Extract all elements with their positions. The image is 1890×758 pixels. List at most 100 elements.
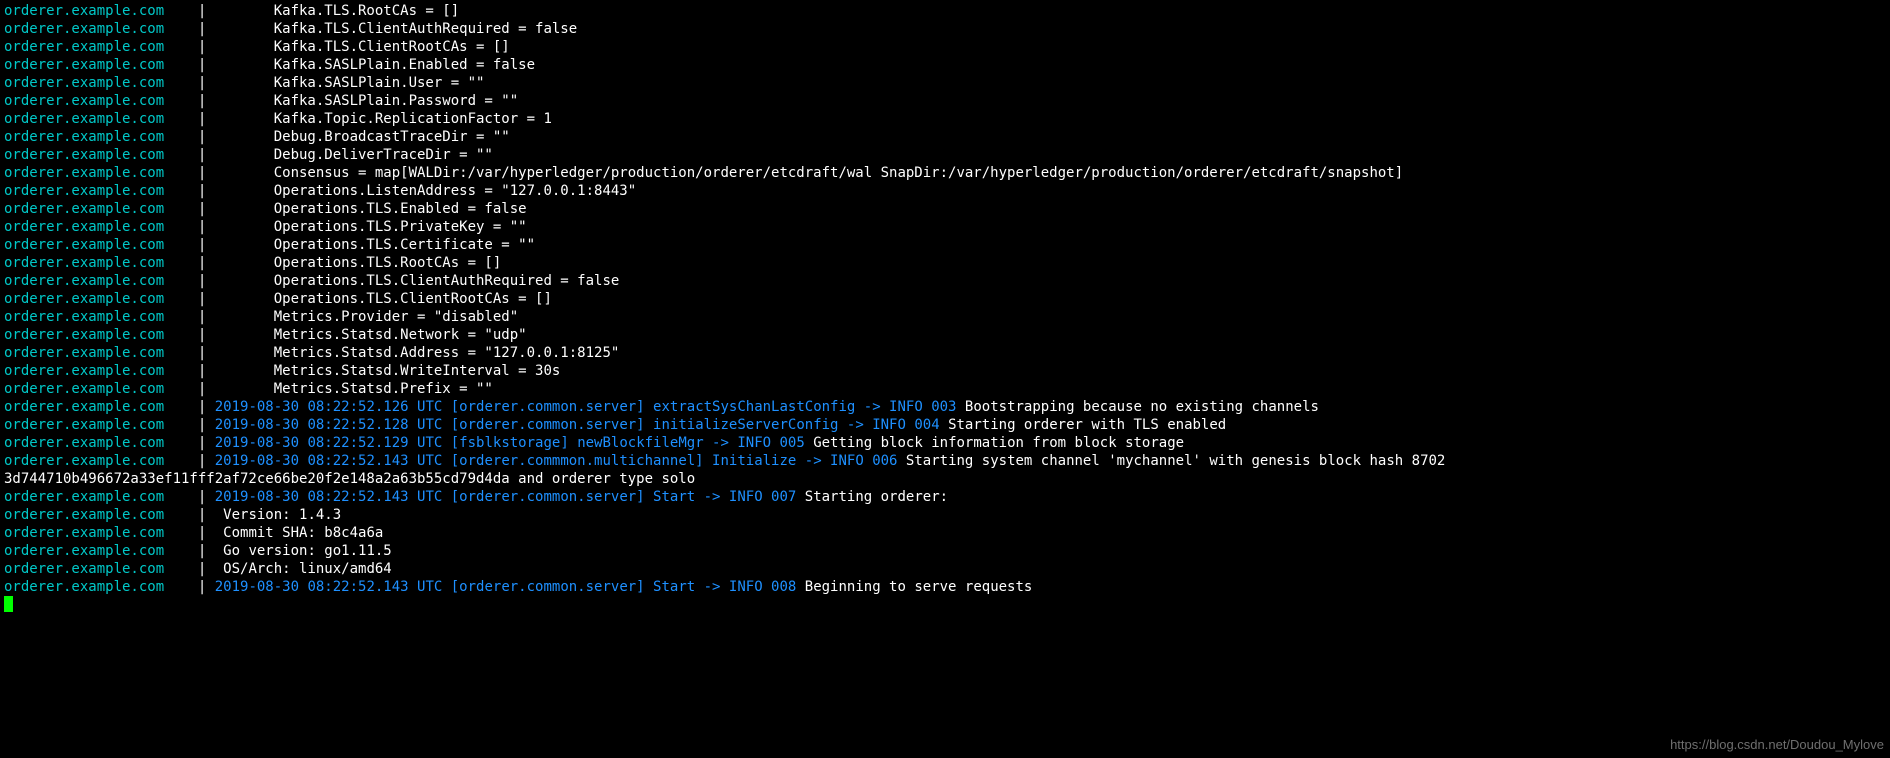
config-line: orderer.example.com | Kafka.SASLPlain.En… <box>4 56 1886 74</box>
log-separator: | <box>164 3 215 19</box>
orderer-host: orderer.example.com <box>4 3 164 19</box>
log-level: Start -> INFO 008 <box>653 579 805 595</box>
config-text: Kafka.Topic.ReplicationFactor = 1 <box>215 111 552 127</box>
log-level: extractSysChanLastConfig -> INFO 003 <box>653 399 965 415</box>
config-text: Kafka.SASLPlain.User = "" <box>215 75 485 91</box>
orderer-host: orderer.example.com <box>4 147 164 163</box>
orderer-host: orderer.example.com <box>4 111 164 127</box>
config-line: orderer.example.com | Kafka.Topic.Replic… <box>4 110 1886 128</box>
orderer-host: orderer.example.com <box>4 345 164 361</box>
config-text: Debug.DeliverTraceDir = "" <box>215 147 493 163</box>
orderer-host: orderer.example.com <box>4 237 164 253</box>
orderer-host: orderer.example.com <box>4 507 164 523</box>
log-line: orderer.example.com | 2019-08-30 08:22:5… <box>4 488 1886 506</box>
log-line: orderer.example.com | 2019-08-30 08:22:5… <box>4 398 1886 416</box>
log-level: newBlockfileMgr -> INFO 005 <box>577 435 813 451</box>
orderer-host: orderer.example.com <box>4 453 164 469</box>
config-line: orderer.example.com | Operations.TLS.Ena… <box>4 200 1886 218</box>
terminal-output[interactable]: orderer.example.com | Kafka.TLS.RootCAs … <box>0 0 1890 617</box>
config-line: orderer.example.com | Operations.TLS.Roo… <box>4 254 1886 272</box>
log-separator: | <box>164 147 215 163</box>
log-separator: | <box>164 93 215 109</box>
config-text: Metrics.Provider = "disabled" <box>215 309 518 325</box>
start-detail-line: orderer.example.com | OS/Arch: linux/amd… <box>4 560 1886 578</box>
log-separator: | <box>164 255 215 271</box>
orderer-host: orderer.example.com <box>4 183 164 199</box>
config-text: Kafka.TLS.ClientAuthRequired = false <box>215 21 577 37</box>
config-line: orderer.example.com | Debug.DeliverTrace… <box>4 146 1886 164</box>
log-separator: | <box>164 219 215 235</box>
orderer-host: orderer.example.com <box>4 39 164 55</box>
config-line: orderer.example.com | Kafka.TLS.RootCAs … <box>4 2 1886 20</box>
config-line: orderer.example.com | Kafka.SASLPlain.Pa… <box>4 92 1886 110</box>
log-line: orderer.example.com | 2019-08-30 08:22:5… <box>4 416 1886 434</box>
log-separator: | <box>164 183 215 199</box>
config-text: Operations.TLS.ClientRootCAs = [] <box>215 291 552 307</box>
log-timestamp: 2019-08-30 08:22:52.143 UTC <box>215 453 451 469</box>
log-continuation: 3d744710b496672a33ef11fff2af72ce66be20f2… <box>4 470 1886 488</box>
orderer-host: orderer.example.com <box>4 255 164 271</box>
orderer-host: orderer.example.com <box>4 165 164 181</box>
orderer-host: orderer.example.com <box>4 201 164 217</box>
log-message: Getting block information from block sto… <box>813 435 1184 451</box>
log-separator: | <box>164 507 215 523</box>
start-detail-text: Version: 1.4.3 <box>215 507 341 523</box>
orderer-host: orderer.example.com <box>4 561 164 577</box>
orderer-host: orderer.example.com <box>4 543 164 559</box>
log-separator: | <box>164 579 215 595</box>
log-separator: | <box>164 291 215 307</box>
config-line: orderer.example.com | Kafka.TLS.ClientAu… <box>4 20 1886 38</box>
orderer-host: orderer.example.com <box>4 21 164 37</box>
log-separator: | <box>164 309 215 325</box>
orderer-host: orderer.example.com <box>4 129 164 145</box>
config-text: Consensus = map[WALDir:/var/hyperledger/… <box>215 165 1403 181</box>
log-separator: | <box>164 111 215 127</box>
log-continuation-text: 3d744710b496672a33ef11fff2af72ce66be20f2… <box>4 471 695 487</box>
config-text: Operations.TLS.Enabled = false <box>215 201 527 217</box>
config-text: Metrics.Statsd.Prefix = "" <box>215 381 493 397</box>
cursor-line <box>4 596 1886 615</box>
log-separator: | <box>164 237 215 253</box>
config-line: orderer.example.com | Consensus = map[WA… <box>4 164 1886 182</box>
log-separator: | <box>164 381 215 397</box>
orderer-host: orderer.example.com <box>4 435 164 451</box>
config-line: orderer.example.com | Metrics.Provider =… <box>4 308 1886 326</box>
log-message: Starting orderer with TLS enabled <box>948 417 1226 433</box>
log-line: orderer.example.com | 2019-08-30 08:22:5… <box>4 452 1886 470</box>
log-separator: | <box>164 489 215 505</box>
orderer-host: orderer.example.com <box>4 93 164 109</box>
config-text: Operations.TLS.PrivateKey = "" <box>215 219 527 235</box>
log-level: Start -> INFO 007 <box>653 489 805 505</box>
log-message: Starting system channel 'mychannel' with… <box>906 453 1445 469</box>
log-separator: | <box>164 345 215 361</box>
config-line: orderer.example.com | Operations.TLS.Cli… <box>4 290 1886 308</box>
log-separator: | <box>164 363 215 379</box>
log-separator: | <box>164 399 215 415</box>
config-text: Operations.TLS.ClientAuthRequired = fals… <box>215 273 620 289</box>
config-line: orderer.example.com | Operations.ListenA… <box>4 182 1886 200</box>
log-separator: | <box>164 525 215 541</box>
log-message: Beginning to serve requests <box>805 579 1033 595</box>
log-separator: | <box>164 129 215 145</box>
log-separator: | <box>164 435 215 451</box>
orderer-host: orderer.example.com <box>4 381 164 397</box>
cursor-icon <box>4 596 13 612</box>
log-separator: | <box>164 21 215 37</box>
config-text: Operations.ListenAddress = "127.0.0.1:84… <box>215 183 636 199</box>
log-timestamp: 2019-08-30 08:22:52.128 UTC <box>215 417 451 433</box>
orderer-host: orderer.example.com <box>4 579 164 595</box>
orderer-host: orderer.example.com <box>4 417 164 433</box>
log-timestamp: 2019-08-30 08:22:52.143 UTC <box>215 579 451 595</box>
config-line: orderer.example.com | Metrics.Statsd.Add… <box>4 344 1886 362</box>
config-text: Kafka.TLS.ClientRootCAs = [] <box>215 39 510 55</box>
log-source: [orderer.common.server] <box>451 489 653 505</box>
log-timestamp: 2019-08-30 08:22:52.126 UTC <box>215 399 451 415</box>
orderer-host: orderer.example.com <box>4 273 164 289</box>
orderer-host: orderer.example.com <box>4 363 164 379</box>
log-separator: | <box>164 201 215 217</box>
config-text: Metrics.Statsd.Address = "127.0.0.1:8125… <box>215 345 620 361</box>
csdn-watermark: https://blog.csdn.net/Doudou_Mylove <box>1670 736 1884 754</box>
config-line: orderer.example.com | Metrics.Statsd.Pre… <box>4 380 1886 398</box>
config-line: orderer.example.com | Operations.TLS.Cer… <box>4 236 1886 254</box>
log-message: Starting orderer: <box>805 489 948 505</box>
